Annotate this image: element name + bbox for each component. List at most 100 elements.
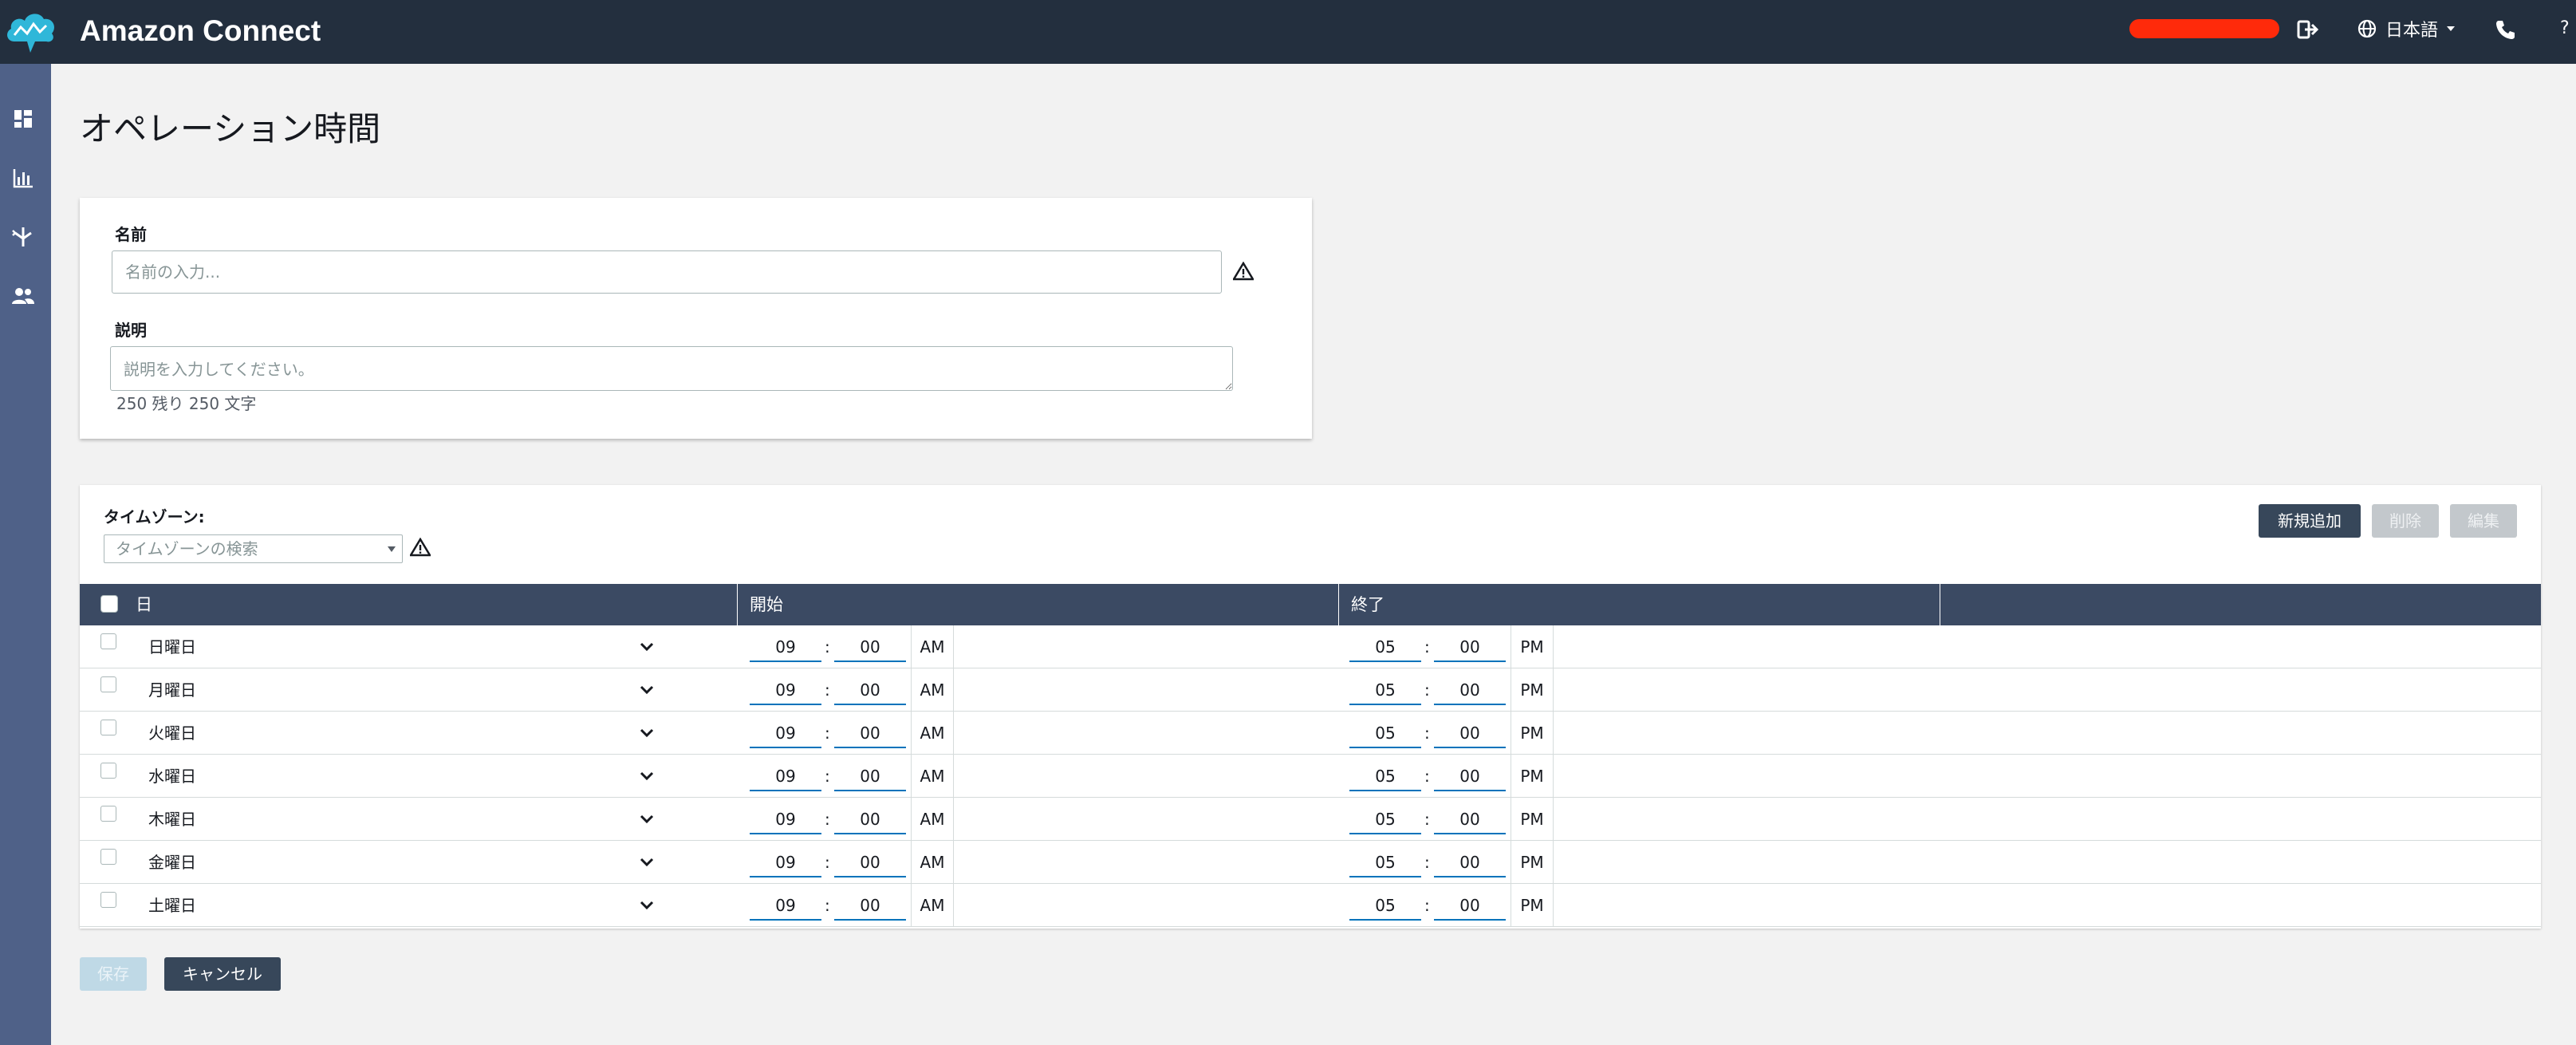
chevron-down-icon[interactable]	[638, 638, 656, 656]
start-minute-input[interactable]: 00	[834, 890, 906, 921]
day-select[interactable]: 日曜日	[148, 625, 196, 668]
end-hour-input[interactable]: 05	[1349, 675, 1421, 705]
delete-button[interactable]: 削除	[2372, 504, 2439, 538]
day-select[interactable]: 月曜日	[148, 668, 196, 712]
timezone-select[interactable]: タイムゾーンの検索	[104, 534, 403, 563]
start-hour-input[interactable]: 09	[750, 847, 821, 877]
start-minute-input[interactable]: 00	[834, 804, 906, 834]
logout-icon[interactable]	[2294, 16, 2321, 43]
save-button[interactable]: 保存	[80, 957, 147, 991]
end-minute-input[interactable]: 00	[1434, 718, 1506, 748]
end-ampm-toggle[interactable]: PM	[1511, 755, 1554, 798]
name-input[interactable]	[112, 250, 1222, 294]
hours-card: タイムゾーン: タイムゾーンの検索 新規追加 削除 編集 日 開始 終了 日曜日…	[80, 485, 2541, 929]
cancel-button[interactable]: キャンセル	[164, 957, 281, 991]
chevron-down-icon[interactable]	[638, 810, 656, 828]
user-name-redacted[interactable]	[2129, 19, 2279, 38]
start-ampm-toggle[interactable]: AM	[911, 884, 954, 927]
row-checkbox[interactable]	[100, 849, 116, 865]
end-ampm-toggle[interactable]: PM	[1511, 668, 1554, 712]
sidebar	[0, 64, 51, 1045]
table-row: 金曜日 09 : 00 AM 05 : 00 PM	[80, 841, 2541, 884]
time-colon: :	[825, 680, 830, 700]
time-colon: :	[1424, 767, 1430, 786]
end-ampm-toggle[interactable]: PM	[1511, 841, 1554, 884]
end-hour-input[interactable]: 05	[1349, 890, 1421, 921]
start-hour-input[interactable]: 09	[750, 804, 821, 834]
row-checkbox[interactable]	[100, 763, 116, 779]
start-hour-input[interactable]: 09	[750, 890, 821, 921]
day-select[interactable]: 水曜日	[148, 755, 196, 798]
column-start: 開始	[750, 595, 783, 614]
edit-button[interactable]: 編集	[2450, 504, 2517, 538]
column-divider	[737, 584, 738, 625]
end-ampm-toggle[interactable]: PM	[1511, 798, 1554, 841]
start-ampm-toggle[interactable]: AM	[911, 712, 954, 755]
timezone-placeholder: タイムゾーンの検索	[116, 539, 258, 558]
day-select[interactable]: 木曜日	[148, 798, 196, 841]
row-checkbox[interactable]	[100, 806, 116, 822]
end-hour-input[interactable]: 05	[1349, 632, 1421, 662]
description-label: 説明	[115, 321, 147, 340]
globe-icon	[2357, 19, 2377, 38]
day-select[interactable]: 金曜日	[148, 841, 196, 884]
chevron-down-icon[interactable]	[638, 767, 656, 785]
app-brand: Amazon Connect	[80, 14, 321, 47]
end-minute-input[interactable]: 00	[1434, 804, 1506, 834]
select-all-checkbox[interactable]	[100, 595, 118, 613]
start-hour-input[interactable]: 09	[750, 761, 821, 791]
end-ampm-toggle[interactable]: PM	[1511, 625, 1554, 668]
chevron-down-icon[interactable]	[638, 897, 656, 914]
row-checkbox[interactable]	[100, 676, 116, 692]
phone-icon[interactable]	[2491, 16, 2519, 43]
end-minute-input[interactable]: 00	[1434, 632, 1506, 662]
start-ampm-toggle[interactable]: AM	[911, 625, 954, 668]
start-ampm-toggle[interactable]: AM	[911, 798, 954, 841]
end-ampm-toggle[interactable]: PM	[1511, 712, 1554, 755]
users-icon[interactable]	[10, 282, 37, 310]
start-ampm-toggle[interactable]: AM	[911, 755, 954, 798]
description-textarea[interactable]	[110, 346, 1233, 391]
start-hour-input[interactable]: 09	[750, 632, 821, 662]
row-checkbox[interactable]	[100, 720, 116, 735]
language-selector[interactable]: 日本語	[2357, 14, 2456, 43]
start-hour-input[interactable]: 09	[750, 718, 821, 748]
end-hour-input[interactable]: 05	[1349, 847, 1421, 877]
page-title: オペレーション時間	[80, 109, 381, 148]
details-card: 名前 説明 250 残り 250 文字	[80, 198, 1312, 439]
start-hour-input[interactable]: 09	[750, 675, 821, 705]
start-ampm-toggle[interactable]: AM	[911, 668, 954, 712]
start-minute-input[interactable]: 00	[834, 847, 906, 877]
row-checkbox[interactable]	[100, 633, 116, 649]
start-minute-input[interactable]: 00	[834, 675, 906, 705]
chevron-down-icon[interactable]	[638, 724, 656, 742]
end-hour-input[interactable]: 05	[1349, 761, 1421, 791]
end-minute-input[interactable]: 00	[1434, 847, 1506, 877]
top-bar: Amazon Connect 日本語 ?	[0, 0, 2576, 64]
row-checkbox[interactable]	[100, 892, 116, 908]
help-button[interactable]: ?	[2560, 14, 2570, 43]
chevron-down-icon[interactable]	[638, 681, 656, 699]
end-hour-input[interactable]: 05	[1349, 718, 1421, 748]
routing-icon[interactable]	[10, 223, 37, 250]
end-minute-input[interactable]: 00	[1434, 675, 1506, 705]
end-minute-input[interactable]: 00	[1434, 761, 1506, 791]
start-minute-input[interactable]: 00	[834, 761, 906, 791]
chevron-down-icon[interactable]	[638, 854, 656, 871]
warning-icon	[410, 538, 431, 557]
day-select[interactable]: 火曜日	[148, 712, 196, 755]
end-minute-input[interactable]: 00	[1434, 890, 1506, 921]
caret-down-icon	[388, 546, 396, 552]
table-row: 水曜日 09 : 00 AM 05 : 00 PM	[80, 755, 2541, 798]
start-minute-input[interactable]: 00	[834, 632, 906, 662]
day-select[interactable]: 土曜日	[148, 884, 196, 927]
metrics-icon[interactable]	[10, 164, 37, 191]
start-ampm-toggle[interactable]: AM	[911, 841, 954, 884]
start-minute-input[interactable]: 00	[834, 718, 906, 748]
dashboard-icon[interactable]	[10, 105, 37, 132]
time-colon: :	[825, 810, 830, 829]
cloud-logo-icon[interactable]	[3, 6, 57, 56]
add-new-button[interactable]: 新規追加	[2259, 504, 2361, 538]
end-hour-input[interactable]: 05	[1349, 804, 1421, 834]
end-ampm-toggle[interactable]: PM	[1511, 884, 1554, 927]
